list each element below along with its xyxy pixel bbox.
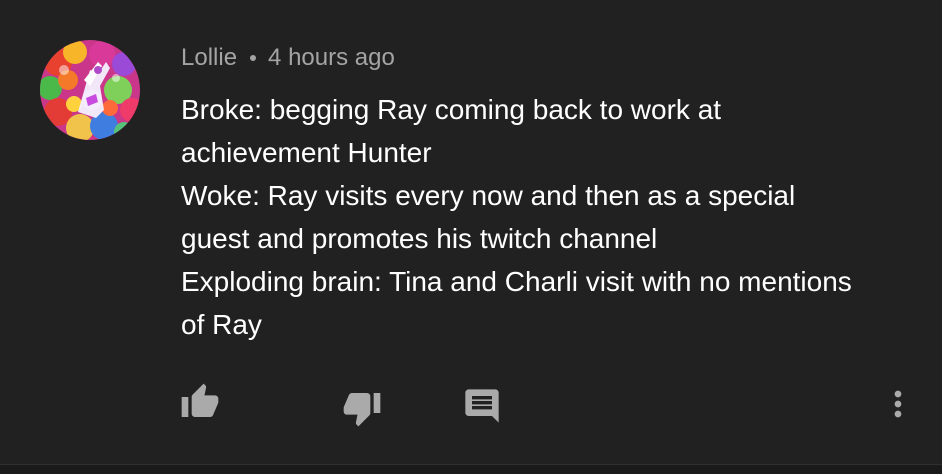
- comment-line: Woke: Ray visits every now and then as a…: [181, 180, 796, 211]
- comment-line: Exploding brain: Tina and Charli visit w…: [181, 266, 852, 297]
- more-options-button[interactable]: [874, 380, 922, 428]
- divider: [0, 464, 942, 474]
- comment-meta: Lollie 4 hours ago: [181, 43, 395, 73]
- thumbs-down-icon: [343, 393, 381, 427]
- comment-icon: [465, 389, 499, 423]
- separator-dot: [250, 55, 257, 61]
- avatar[interactable]: [40, 40, 140, 140]
- comment-line: of Ray: [181, 309, 262, 340]
- like-button[interactable]: [176, 378, 224, 426]
- comment-line: achievement Hunter: [181, 137, 432, 168]
- thumbs-up-icon: [181, 383, 219, 417]
- dislike-button[interactable]: [338, 384, 386, 432]
- more-vertical-icon: [894, 390, 902, 418]
- timestamp[interactable]: 4 hours ago: [268, 44, 395, 72]
- comment-line: Broke: begging Ray coming back to work a…: [181, 94, 722, 125]
- author-name[interactable]: Lollie: [181, 44, 237, 72]
- comment: Lollie 4 hours ago Broke: begging Ray co…: [0, 0, 942, 464]
- comment-text: Broke: begging Ray coming back to work a…: [181, 88, 921, 346]
- avatar-image: [40, 40, 140, 140]
- reply-button[interactable]: [458, 382, 506, 430]
- comment-line: guest and promotes his twitch channel: [181, 223, 658, 254]
